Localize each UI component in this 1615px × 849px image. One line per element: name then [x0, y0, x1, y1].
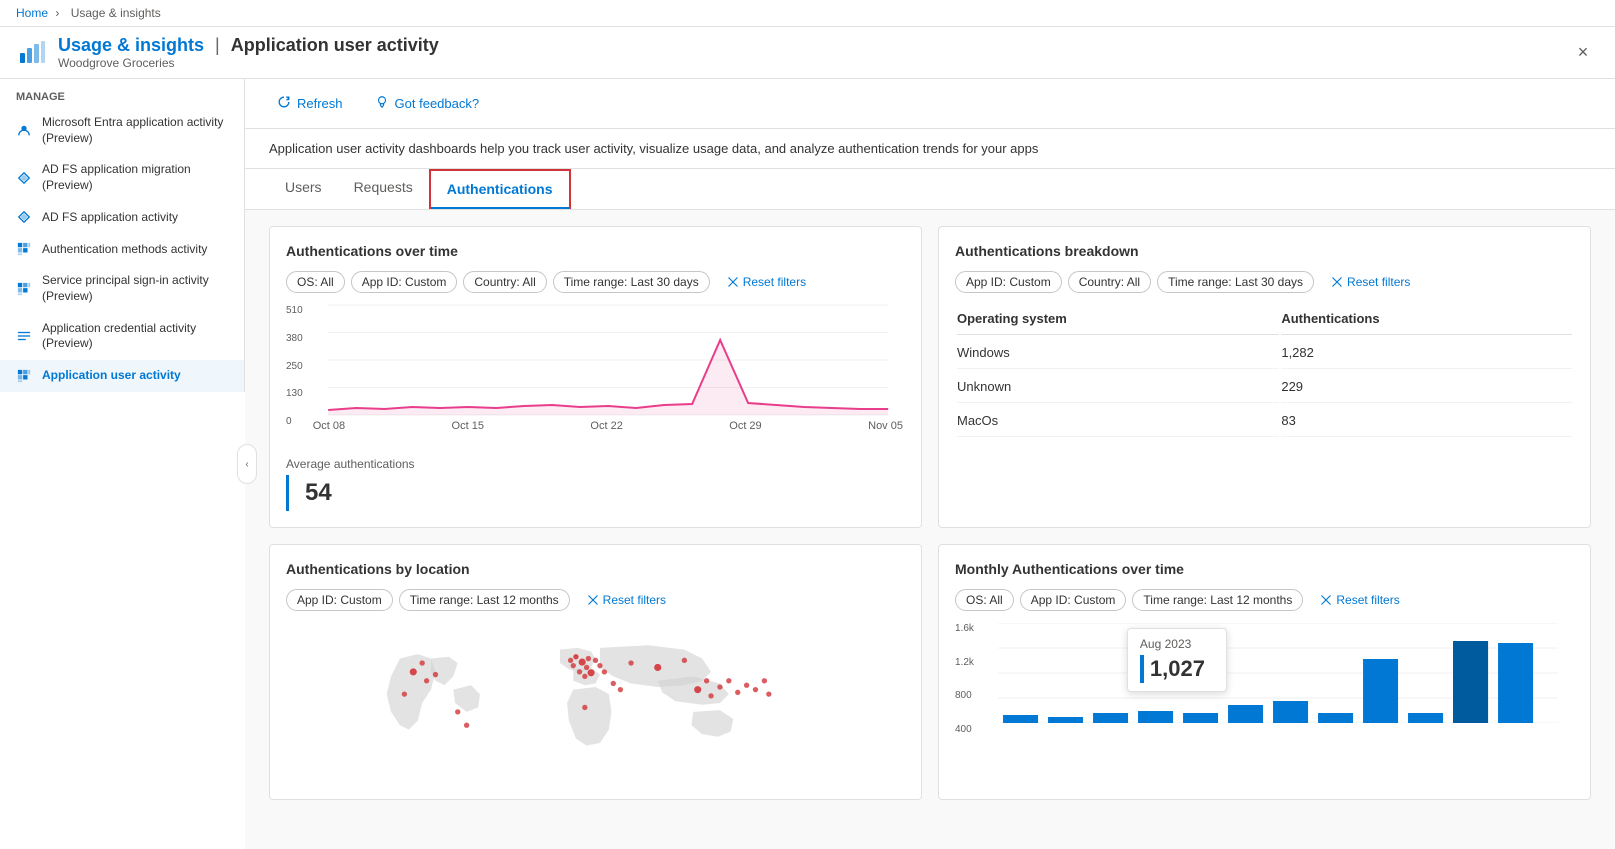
- sidebar-label-auth-methods: Authentication methods activity: [42, 242, 207, 258]
- table-row: Windows 1,282: [957, 337, 1572, 369]
- auth-over-time-filters: OS: All App ID: Custom Country: All Time…: [286, 271, 905, 293]
- person-icon: [16, 123, 32, 139]
- card-auth-over-time: Authentications over time OS: All App ID…: [269, 226, 922, 528]
- auth-by-location-filters: App ID: Custom Time range: Last 12 month…: [286, 589, 905, 611]
- chip-country[interactable]: Country: All: [463, 271, 546, 293]
- breakdown-chip-time-range[interactable]: Time range: Last 30 days: [1157, 271, 1314, 293]
- sidebar-label-adfs-migration: AD FS application migration (Preview): [42, 162, 228, 193]
- sidebar-item-adfs-migration[interactable]: AD FS application migration (Preview): [0, 154, 244, 201]
- feedback-icon: [375, 95, 389, 112]
- auth-by-location-title: Authentications by location: [286, 561, 905, 577]
- header-page-name: Application user activity: [231, 35, 439, 55]
- sidebar-item-app-credential[interactable]: Application credential activity (Preview…: [0, 313, 244, 360]
- grid-icon-1: [16, 241, 32, 257]
- breakdown-chip-reset[interactable]: Reset filters: [1320, 271, 1421, 293]
- sidebar-label-app-user-activity: Application user activity: [42, 368, 181, 384]
- dashboard: Authentications over time OS: All App ID…: [245, 210, 1615, 816]
- breakdown-table: Operating system Authentications Windows…: [955, 305, 1574, 439]
- sidebar-label-ms-entra: Microsoft Entra application activity (Pr…: [42, 115, 228, 146]
- monthly-auth-title: Monthly Authentications over time: [955, 561, 1574, 577]
- monthly-chip-os[interactable]: OS: All: [955, 589, 1014, 611]
- sidebar-item-adfs-activity[interactable]: AD FS application activity: [0, 201, 244, 233]
- header-subtitle: Woodgrove Groceries: [58, 56, 439, 70]
- breakdown-chip-country[interactable]: Country: All: [1068, 271, 1151, 293]
- content-area: Refresh Got feedback? Application user a…: [245, 79, 1615, 849]
- card-auth-by-location: Authentications by location App ID: Cust…: [269, 544, 922, 800]
- sidebar-label-service-principal: Service principal sign-in activity (Prev…: [42, 273, 228, 304]
- monthly-chip-reset[interactable]: Reset filters: [1309, 589, 1410, 611]
- world-map: [286, 623, 905, 783]
- diamond-icon-2: [16, 209, 32, 225]
- tooltip-value: 1,027: [1140, 655, 1214, 683]
- description: Application user activity dashboards hel…: [245, 129, 1615, 169]
- monthly-auth-filters: OS: All App ID: Custom Time range: Last …: [955, 589, 1574, 611]
- location-chip-time-range[interactable]: Time range: Last 12 months: [399, 589, 570, 611]
- chip-reset[interactable]: Reset filters: [716, 271, 817, 293]
- app-icon: [16, 37, 48, 69]
- average-label: Average authentications: [286, 457, 415, 471]
- tab-bar: Users Requests Authentications: [245, 169, 1615, 210]
- col-os-header: Operating system: [957, 307, 1279, 335]
- breadcrumb-current: Usage & insights: [71, 6, 161, 20]
- refresh-icon: [277, 95, 291, 112]
- col-auth-header: Authentications: [1281, 307, 1572, 335]
- card-monthly-auth: Monthly Authentications over time OS: Al…: [938, 544, 1591, 800]
- breakdown-chip-app-id[interactable]: App ID: Custom: [955, 271, 1062, 293]
- monthly-chip-app-id[interactable]: App ID: Custom: [1020, 589, 1127, 611]
- os-unknown: Unknown: [957, 371, 1279, 403]
- grid-icon-2: [16, 281, 32, 297]
- table-row: MacOs 83: [957, 405, 1572, 437]
- location-chip-reset[interactable]: Reset filters: [576, 589, 677, 611]
- count-macos: 83: [1281, 405, 1572, 437]
- os-macos: MacOs: [957, 405, 1279, 437]
- header: Usage & insights | Application user acti…: [0, 27, 1615, 79]
- sidebar-item-service-principal[interactable]: Service principal sign-in activity (Prev…: [0, 265, 244, 312]
- header-title: Usage & insights: [58, 35, 204, 55]
- sidebar-item-auth-methods[interactable]: Authentication methods activity: [0, 233, 244, 265]
- toolbar: Refresh Got feedback?: [245, 79, 1615, 129]
- sidebar-label-adfs-activity: AD FS application activity: [42, 210, 178, 226]
- os-windows: Windows: [957, 337, 1279, 369]
- location-chip-app-id[interactable]: App ID: Custom: [286, 589, 393, 611]
- feedback-button[interactable]: Got feedback?: [367, 91, 488, 116]
- chip-app-id[interactable]: App ID: Custom: [351, 271, 458, 293]
- tab-users[interactable]: Users: [269, 169, 338, 209]
- refresh-button[interactable]: Refresh: [269, 91, 351, 116]
- sidebar-item-ms-entra[interactable]: Microsoft Entra application activity (Pr…: [0, 107, 244, 154]
- card-auth-breakdown: Authentications breakdown App ID: Custom…: [938, 226, 1591, 528]
- tooltip-month: Aug 2023: [1140, 637, 1214, 651]
- auth-breakdown-filters: App ID: Custom Country: All Time range: …: [955, 271, 1574, 293]
- refresh-label: Refresh: [297, 96, 343, 111]
- auth-over-time-title: Authentications over time: [286, 243, 905, 259]
- count-unknown: 229: [1281, 371, 1572, 403]
- sidebar-collapse-button[interactable]: ‹: [237, 444, 257, 484]
- grid-icon-3: [16, 368, 32, 384]
- sidebar-item-app-user-activity[interactable]: Application user activity: [0, 360, 244, 392]
- count-windows: 1,282: [1281, 337, 1572, 369]
- average-value: 54: [305, 479, 332, 507]
- chip-time-range[interactable]: Time range: Last 30 days: [553, 271, 710, 293]
- tab-requests[interactable]: Requests: [338, 169, 429, 209]
- sidebar-label-app-credential: Application credential activity (Preview…: [42, 321, 228, 352]
- breadcrumb: Home › Usage & insights: [0, 0, 1615, 27]
- breadcrumb-home[interactable]: Home: [16, 6, 48, 20]
- monthly-chip-time-range[interactable]: Time range: Last 12 months: [1132, 589, 1303, 611]
- feedback-label: Got feedback?: [395, 96, 480, 111]
- diamond-icon-1: [16, 170, 32, 186]
- close-button[interactable]: ×: [1567, 37, 1599, 69]
- tab-authentications[interactable]: Authentications: [429, 169, 571, 209]
- lines-icon: [16, 328, 32, 344]
- chip-os[interactable]: OS: All: [286, 271, 345, 293]
- table-row: Unknown 229: [957, 371, 1572, 403]
- auth-breakdown-title: Authentications breakdown: [955, 243, 1574, 259]
- chart-tooltip: Aug 2023 1,027: [1127, 628, 1227, 692]
- sidebar: Manage Microsoft Entra application activ…: [0, 79, 245, 392]
- manage-label: Manage: [0, 79, 244, 107]
